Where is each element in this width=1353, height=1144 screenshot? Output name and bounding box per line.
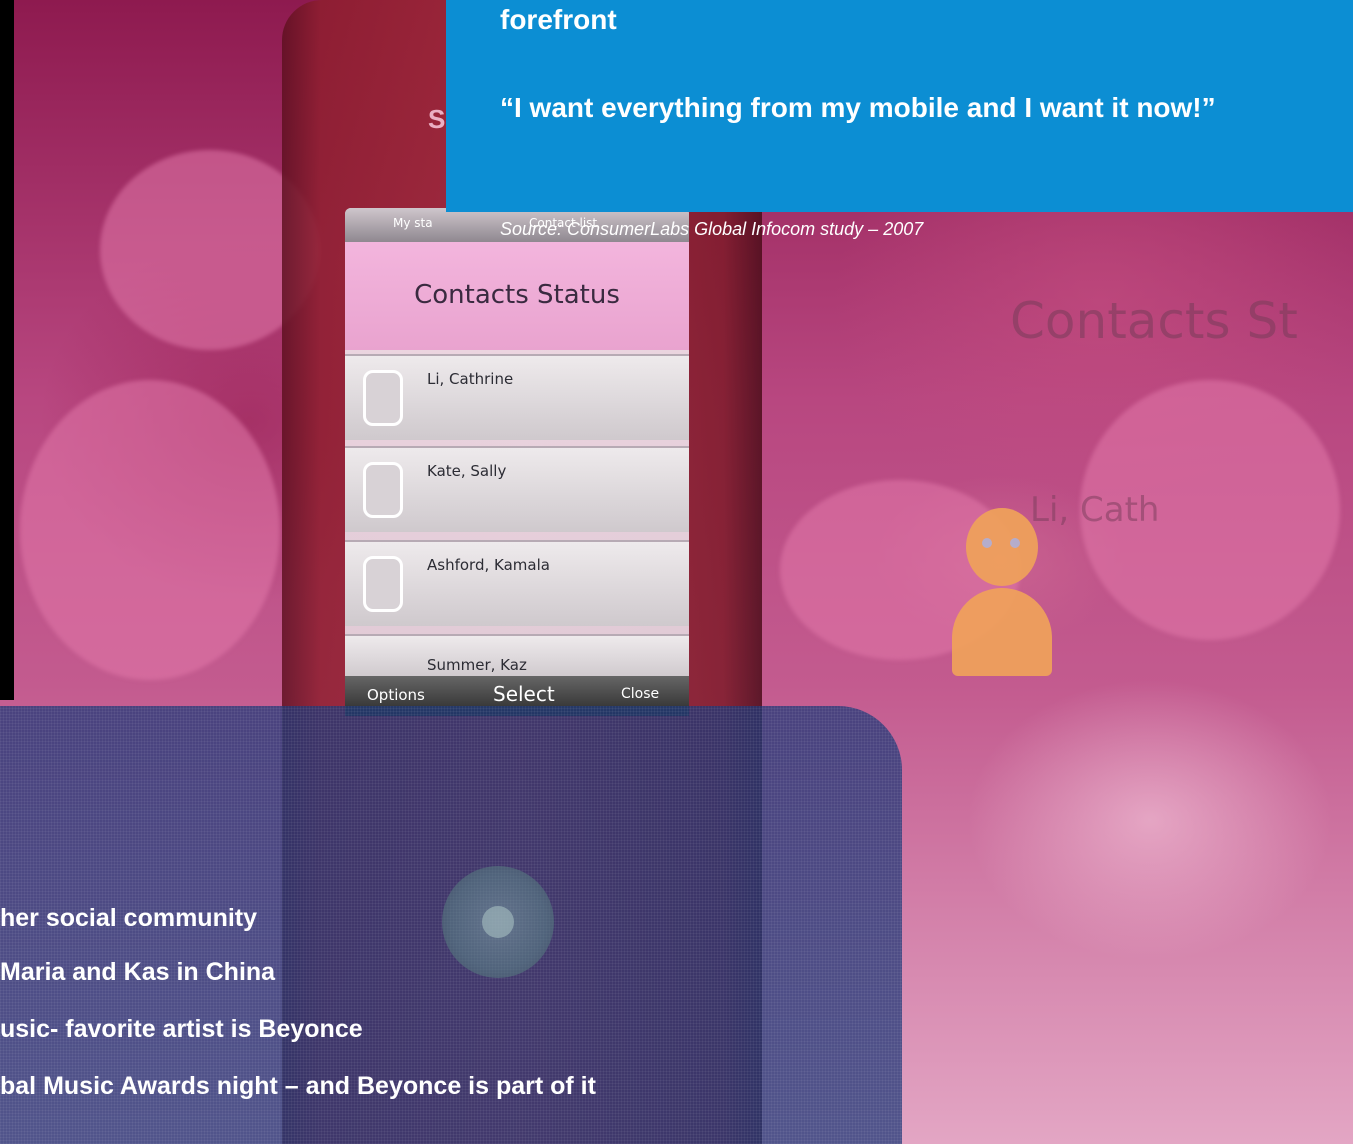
options-softkey[interactable]: Options (367, 686, 425, 704)
person-eye (1010, 538, 1020, 548)
contact-row[interactable]: Ashford, Kamala (345, 540, 689, 626)
contact-name: Ashford, Kamala (427, 556, 550, 574)
person-icon-head (966, 508, 1038, 586)
bullet-item: bal Music Awards night – and Beyonce is … (0, 1072, 596, 1100)
contact-avatar-icon (363, 556, 403, 612)
land-africa (20, 380, 280, 680)
left-dark-edge (0, 0, 14, 700)
close-softkey[interactable]: Close (621, 686, 659, 702)
ghost-contacts-title: Contacts St (1010, 292, 1298, 350)
phone-dpad-center (482, 906, 514, 938)
ghost-contact-name: Li, Cath (1030, 490, 1160, 530)
contact-avatar-icon (363, 370, 403, 426)
contact-avatar-icon (363, 462, 403, 518)
contact-row[interactable]: Summer, Kaz (345, 634, 689, 678)
contact-name: Li, Cathrine (427, 370, 514, 388)
contact-row[interactable]: Li, Cathrine (345, 354, 689, 440)
source-citation: Source: ConsumerLabs Global Infocom stud… (500, 219, 924, 239)
contact-name: Kate, Sally (427, 462, 507, 480)
callout-text: forefront (500, 4, 617, 35)
bullet-item: usic- favorite artist is Beyonce (0, 1015, 363, 1043)
phone-screen-title: Contacts Status (414, 280, 620, 310)
bullet-item: Maria and Kas in China (0, 958, 276, 986)
contact-row[interactable]: Kate, Sally (345, 446, 689, 532)
phone-brand-mark: S (428, 104, 446, 134)
contact-name: Summer, Kaz (427, 656, 527, 674)
callout-quote: “I want everything from my mobile and I … (500, 92, 1216, 123)
bullet-item: her social community (0, 904, 258, 932)
person-eye (982, 538, 992, 548)
tab-my-status[interactable]: My sta (393, 216, 433, 230)
select-softkey[interactable]: Select (493, 682, 555, 706)
